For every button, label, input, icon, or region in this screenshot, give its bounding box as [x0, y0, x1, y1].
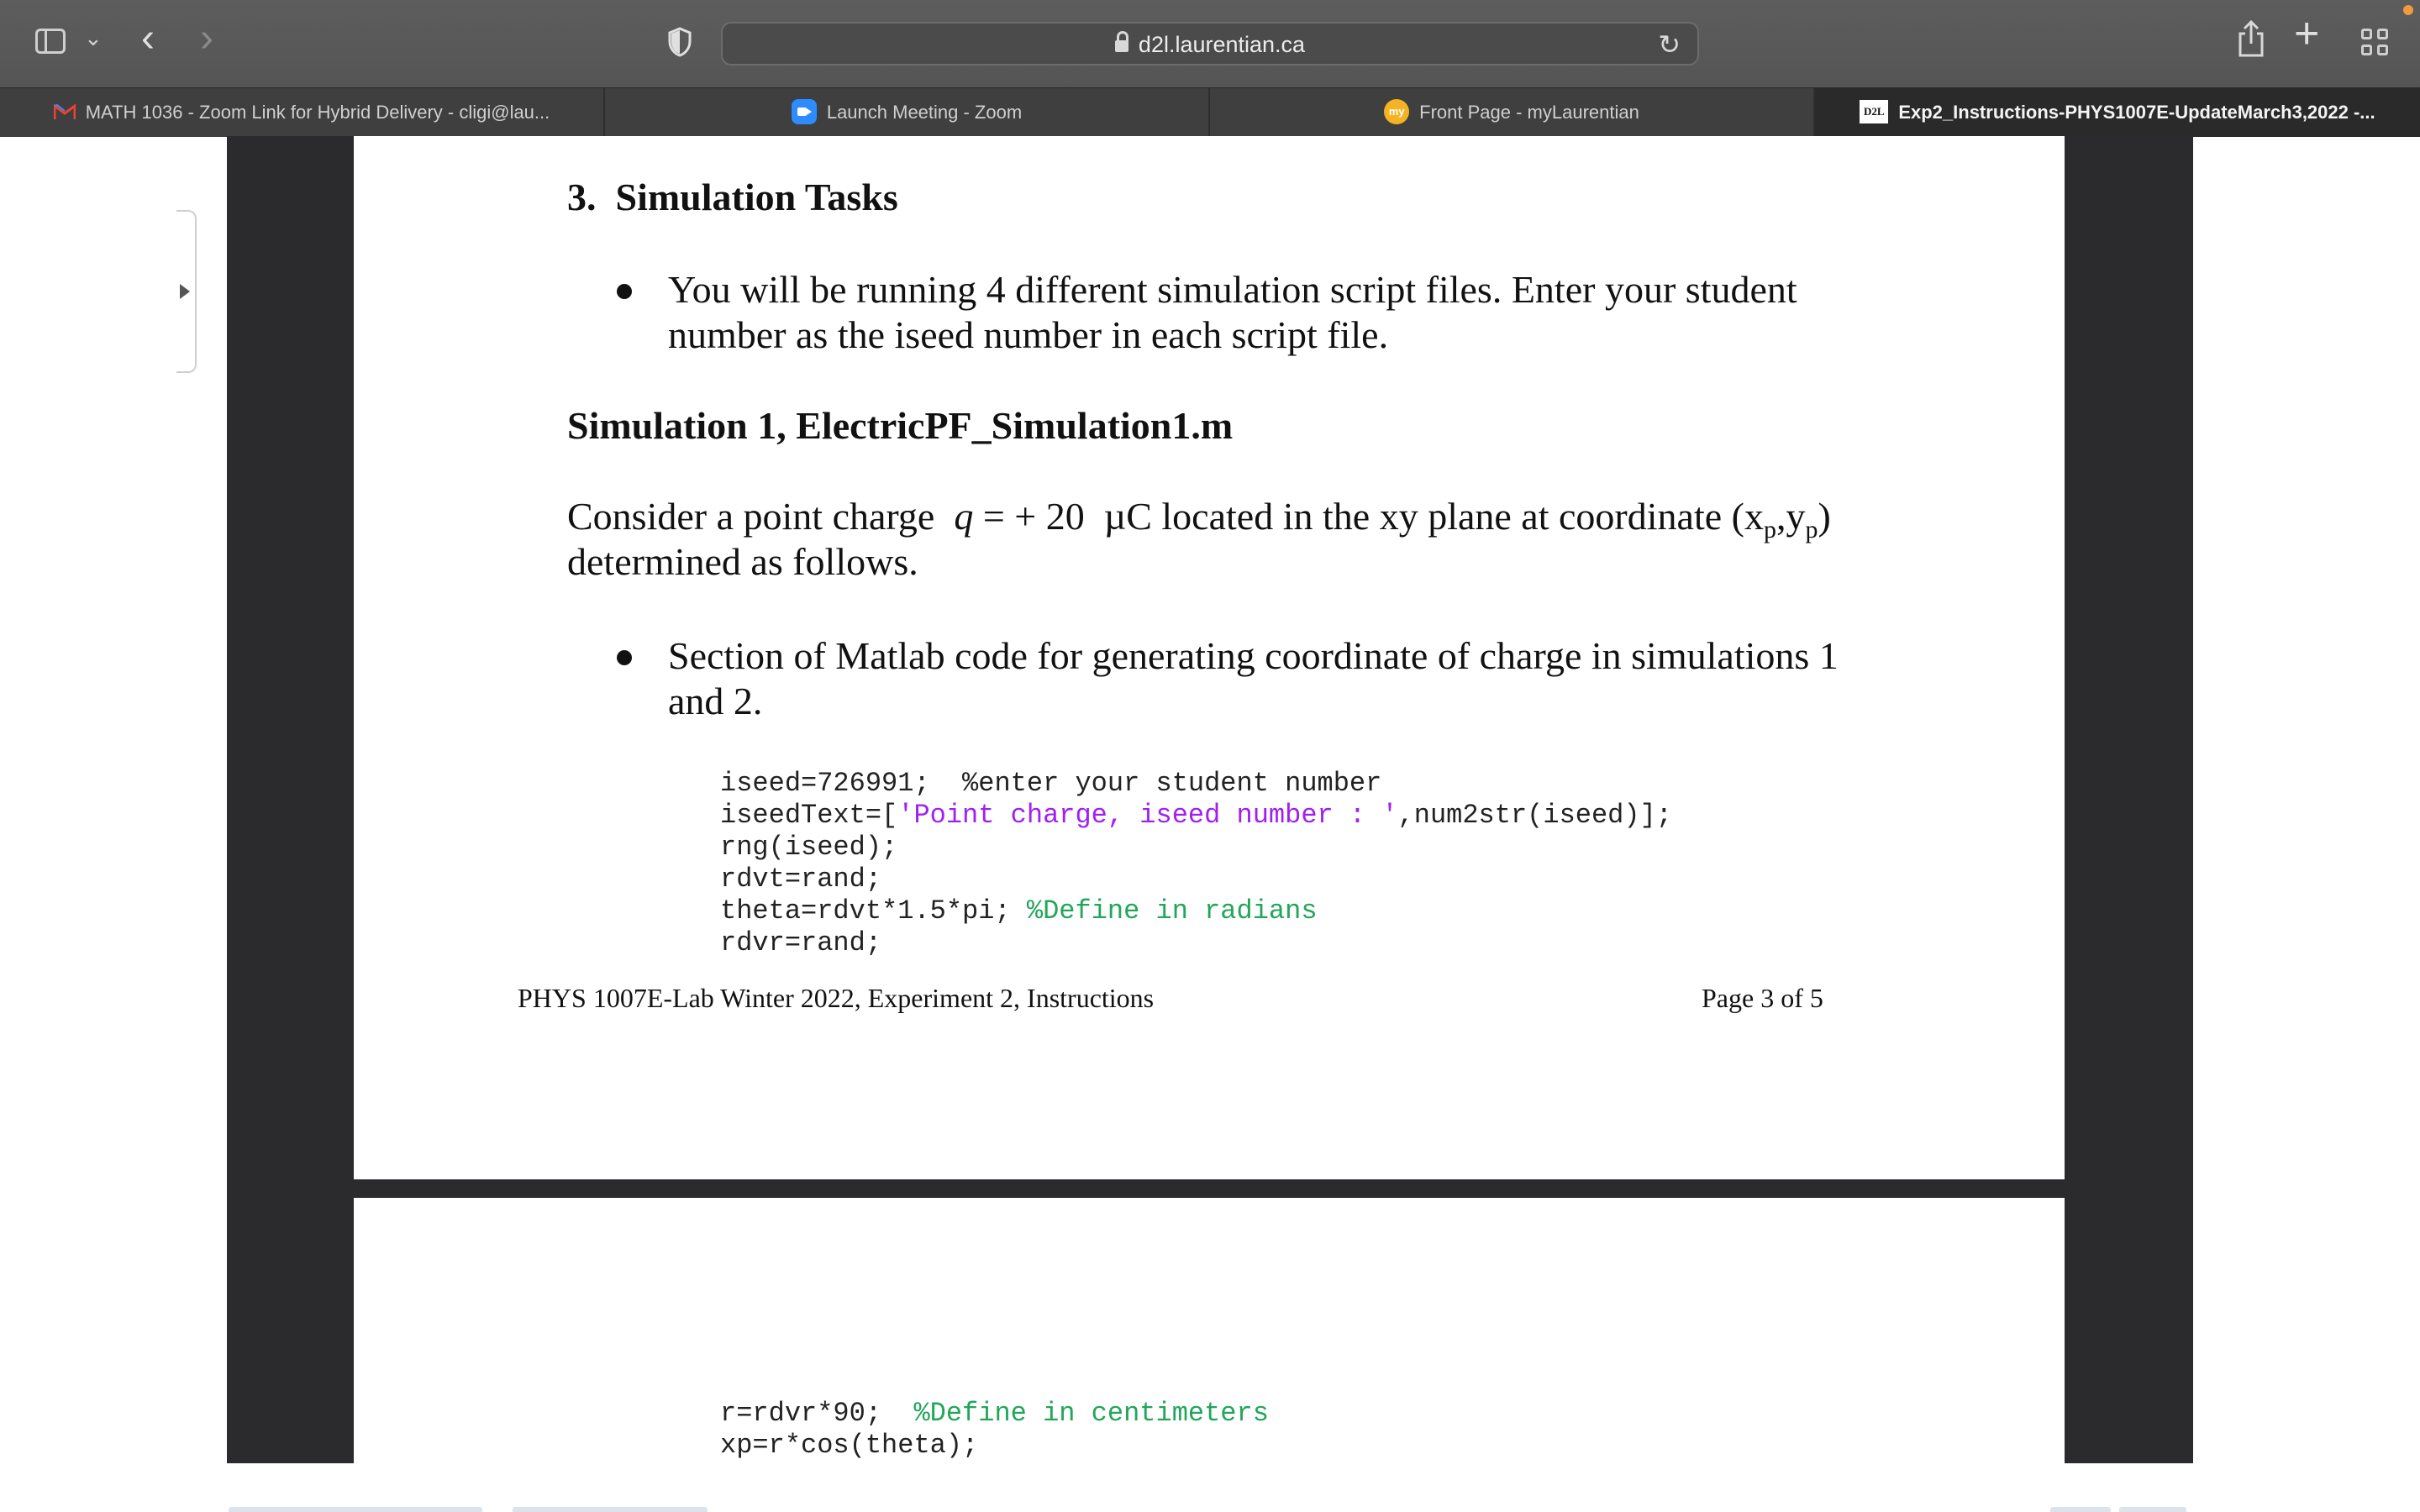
code-text: ,num2str(iseed)]; [1397, 800, 1672, 831]
browser-toolbar: ⌄ ‹ › d2l.laurentian.ca ↻ + [0, 0, 2420, 87]
tab-overview-icon[interactable] [2361, 29, 2390, 57]
zoom-icon [791, 99, 817, 125]
bullet2-line2: and 2. [668, 680, 763, 722]
para-comma: ,y [1776, 495, 1806, 538]
bottom-strip [0, 1463, 2420, 1512]
url-text: d2l.laurentian.ca [1138, 32, 1306, 57]
tab-zoom[interactable]: Launch Meeting - Zoom [605, 88, 1210, 137]
q-symbol: q [954, 495, 974, 538]
subscript-p2: p [1805, 516, 1818, 544]
bullet2-line1: Section of Matlab code for generating co… [668, 634, 1839, 677]
q-value: = + 20 [982, 495, 1085, 538]
tab-math1036[interactable]: MATH 1036 - Zoom Link for Hybrid Deliver… [0, 88, 605, 137]
notification-dot [2403, 5, 2413, 15]
section-number: 3. [567, 176, 597, 218]
unit: µC [1103, 495, 1152, 538]
shield-icon[interactable] [667, 27, 692, 57]
bullet1-line1: You will be running 4 different simulati… [668, 268, 1797, 311]
mylaurentian-icon: my [1384, 99, 1410, 125]
lock-icon [1114, 31, 1128, 52]
tab-label: Front Page - myLaurentian [1419, 102, 1639, 123]
share-icon[interactable] [2237, 20, 2265, 57]
reload-icon[interactable]: ↻ [1658, 29, 1681, 60]
section-heading: 3. Simulation Tasks [567, 175, 898, 219]
para-middle: located in the xy plane at coordinate (x [1161, 495, 1764, 538]
code-text: iseed=726991; [720, 768, 930, 799]
page-number: Page 3 of 5 [1702, 983, 1823, 1013]
d2l-icon: D2L [1860, 100, 1889, 124]
tab-label: Launch Meeting - Zoom [826, 102, 1023, 123]
tab-mylaurentian[interactable]: my Front Page - myLaurentian [1210, 88, 1815, 137]
code-line: rdvt=rand; [720, 864, 882, 895]
sidebar-expand-handle[interactable] [176, 210, 197, 373]
code-line: iseedText=['Point charge, iseed number :… [720, 800, 1672, 832]
url-display[interactable]: d2l.laurentian.ca [723, 31, 1697, 58]
code-text: iseedText=[ [720, 800, 898, 831]
code-line: xp=r*cos(theta); [720, 1430, 979, 1461]
pdf-page-3: 3. Simulation Tasks You will be running … [354, 136, 2065, 1179]
subscript-p1: p [1763, 516, 1776, 544]
code-line: rng(iseed); [720, 832, 898, 863]
para-close: ) [1818, 495, 1831, 538]
code-string: 'Point charge, iseed number : ' [897, 800, 1398, 831]
code-line: r=rdvr*90; %Define in centimeters [720, 1398, 1269, 1430]
tab-label: MATH 1036 - Zoom Link for Hybrid Deliver… [85, 102, 550, 123]
simulation-heading: Simulation 1, ElectricPF_Simulation1.m [567, 404, 1234, 447]
new-tab-button[interactable]: + [2294, 12, 2319, 55]
code-text: r=rdvr*90; [720, 1398, 882, 1429]
page-footer-title: PHYS 1007E-Lab Winter 2022, Experiment 2… [518, 983, 1155, 1013]
paragraph-line2: determined as follows. [567, 540, 918, 583]
code-line: iseed=726991; %enter your student number [720, 768, 1381, 800]
code-comment: %enter your student number [962, 768, 1382, 799]
code-comment: %Define in radians [1026, 895, 1318, 927]
bullet1-line2: number as the iseed number in each scrip… [668, 313, 1389, 356]
code-line: rdvr=rand; [720, 927, 882, 958]
code-line: theta=rdvt*1.5*pi; %Define in radians [720, 895, 1318, 927]
address-bar[interactable]: d2l.laurentian.ca ↻ [721, 22, 1699, 66]
code-text: theta=rdvt*1.5*pi; [720, 895, 1011, 927]
bullet-point [617, 650, 632, 665]
bullet-point [617, 284, 632, 299]
gmail-icon [53, 103, 76, 120]
code-comment: %Define in centimeters [913, 1398, 1269, 1429]
tab-bar: MATH 1036 - Zoom Link for Hybrid Deliver… [0, 87, 2420, 137]
para-prefix: Consider a point charge [567, 495, 935, 538]
section-title: Simulation Tasks [615, 176, 898, 218]
forward-button[interactable]: › [200, 18, 213, 59]
chevron-down-icon[interactable]: ⌄ [84, 25, 103, 51]
tab-exp2-instructions[interactable]: D2L Exp2_Instructions-PHYS1007E-UpdateMar… [1815, 88, 2420, 137]
back-button[interactable]: ‹ [141, 18, 155, 59]
sidebar-toggle-icon[interactable] [35, 29, 66, 54]
pdf-page-4: r=rdvr*90; %Define in centimeters xp=r*c… [354, 1198, 2065, 1463]
tab-label: Exp2_Instructions-PHYS1007E-UpdateMarch3… [1898, 102, 2375, 123]
